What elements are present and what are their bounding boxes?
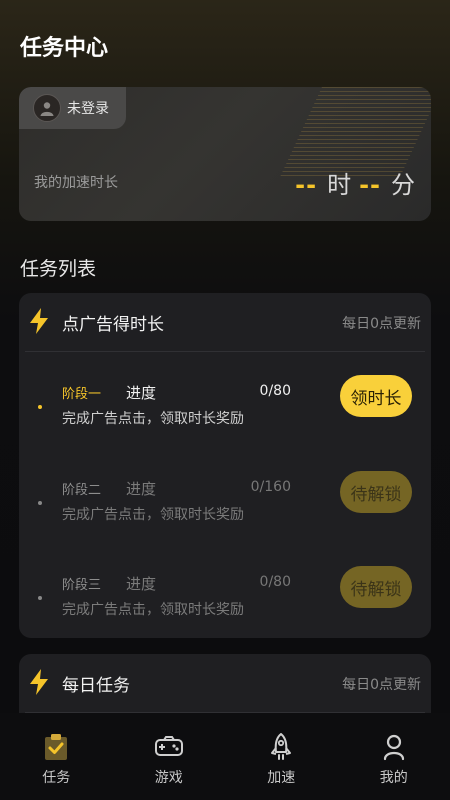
stage-description: 完成广告点击，领取时长奖励 [62,602,244,618]
user-avatar-icon [40,102,54,116]
login-chip[interactable]: 未登录 [19,87,126,129]
hours-value: -- [295,171,318,199]
tab-label: 加速 [267,770,296,786]
tab-label: 任务 [42,770,71,786]
progress-label: 进度 [126,575,157,593]
profile-icon [382,733,406,761]
stage-description: 完成广告点击，领取时长奖励 [62,411,244,427]
time-value: -- 时 -- 分 [295,165,415,200]
stage-dot [38,501,42,505]
acceleration-time-card: 未登录 我的加速时长 -- 时 -- 分 [19,87,431,221]
progress-value: 0/160 [250,479,291,495]
minutes-unit: 分 [391,171,415,199]
tab-label: 游戏 [154,770,183,786]
stage-dot [38,405,42,409]
stage-row: 阶段一 进度 0/80 完成广告点击，领取时长奖励 领时长 [19,375,431,453]
locked-button[interactable]: 待解锁 [340,471,412,513]
ad-task-title: 点广告得时长 [62,315,164,335]
login-status: 未登录 [67,101,109,117]
progress-value: 0/80 [259,574,291,590]
task-clipboard-icon [43,733,69,761]
bottom-tab-bar: 任务 游戏 加速 我的 [0,713,450,800]
task-list-title: 任务列表 [20,258,97,280]
tab-label: 我的 [379,770,408,786]
divider [25,351,425,352]
avatar [33,94,61,122]
lightning-icon [30,669,48,695]
time-label: 我的加速时长 [34,175,118,191]
daily-task-header: 每日任务 每日0点更新 [19,654,431,712]
progress-label: 进度 [126,384,157,402]
tab-task[interactable]: 任务 [0,713,113,800]
stage-name: 阶段三 [62,578,102,593]
tab-accelerate[interactable]: 加速 [225,713,338,800]
page-title: 任务中心 [20,36,109,61]
ad-task-card: 点广告得时长 每日0点更新 阶段一 进度 0/80 完成广告点击，领取时长奖励 … [19,293,431,638]
ad-task-refresh-note: 每日0点更新 [342,316,421,332]
lightning-icon [30,308,48,334]
ad-task-header: 点广告得时长 每日0点更新 [19,293,431,351]
claim-time-button[interactable]: 领时长 [340,375,412,417]
tab-profile[interactable]: 我的 [338,713,450,800]
stage-row: 阶段二 进度 0/160 完成广告点击，领取时长奖励 待解锁 [19,471,431,549]
daily-task-title: 每日任务 [62,676,130,696]
minutes-value: -- [359,171,381,199]
daily-task-refresh-note: 每日0点更新 [342,677,421,693]
hours-unit: 时 [327,171,352,199]
progress-label: 进度 [126,480,157,498]
progress-value: 0/80 [259,383,291,399]
gamepad-icon [154,733,184,761]
rocket-icon [269,733,293,761]
stage-name: 阶段一 [62,387,102,402]
locked-button[interactable]: 待解锁 [340,566,412,608]
decorative-light-streaks [280,87,431,177]
stage-name: 阶段二 [62,483,102,498]
stage-dot [38,596,42,600]
tab-game[interactable]: 游戏 [113,713,226,800]
stage-row: 阶段三 进度 0/80 完成广告点击，领取时长奖励 待解锁 [19,566,431,644]
stage-description: 完成广告点击，领取时长奖励 [62,507,244,523]
